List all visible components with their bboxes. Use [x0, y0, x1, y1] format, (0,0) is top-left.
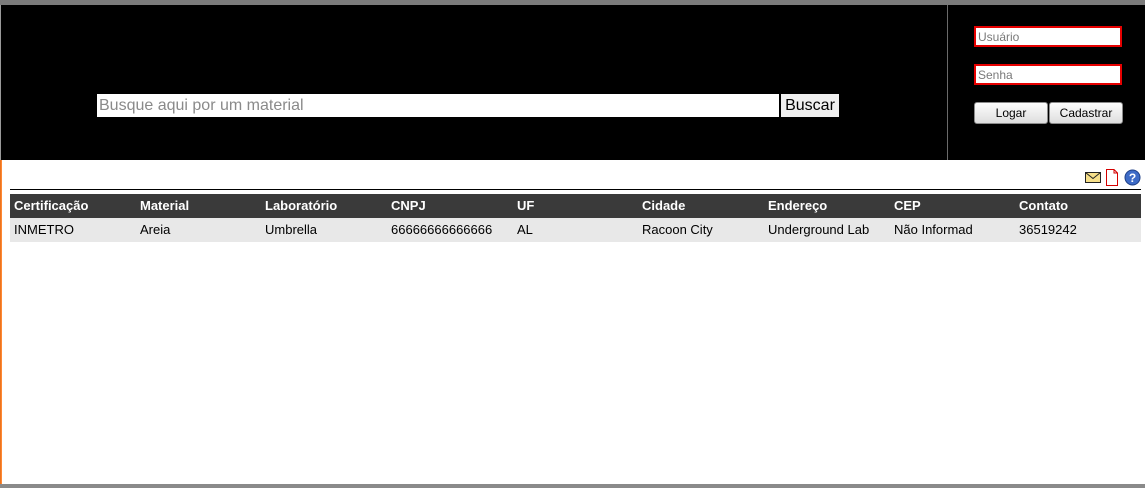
- left-edge-accent: [0, 160, 2, 484]
- svg-text:?: ?: [1129, 171, 1136, 185]
- login-panel: Logar Cadastrar: [948, 5, 1145, 160]
- column-header-endereco[interactable]: Endereço: [768, 194, 888, 218]
- cell-endereco: Underground Lab: [768, 222, 870, 237]
- export-toolbar: ?: [1085, 169, 1141, 186]
- column-header-laboratorio[interactable]: Laboratório: [265, 194, 385, 218]
- cell-contato: 36519242: [1019, 222, 1077, 237]
- search-input[interactable]: [97, 94, 779, 117]
- results-table: Certificação Material Laboratório CNPJ U…: [10, 194, 1141, 242]
- help-icon[interactable]: ?: [1124, 169, 1141, 186]
- column-header-contato[interactable]: Contato: [1019, 194, 1139, 218]
- cell-cnpj: 66666666666666: [391, 222, 493, 237]
- column-header-uf[interactable]: UF: [517, 194, 637, 218]
- search-header: Buscar: [1, 5, 947, 160]
- column-header-certificacao[interactable]: Certificação: [14, 194, 134, 218]
- cell-cep: Não Informado: [894, 222, 972, 237]
- cell-certificacao: INMETRO: [14, 222, 74, 237]
- register-button[interactable]: Cadastrar: [1049, 102, 1123, 124]
- cell-laboratorio: Umbrella: [265, 222, 318, 237]
- login-button[interactable]: Logar: [974, 102, 1048, 124]
- search-button[interactable]: Buscar: [781, 94, 839, 117]
- table-header-row: Certificação Material Laboratório CNPJ U…: [10, 194, 1141, 218]
- window-bottom-border: [0, 484, 1145, 488]
- mail-icon[interactable]: [1085, 169, 1101, 186]
- username-field[interactable]: [974, 26, 1122, 47]
- pdf-icon[interactable]: [1105, 169, 1119, 186]
- table-row[interactable]: INMETRO Areia Umbrella 66666666666666 AL…: [10, 218, 1141, 242]
- cell-cidade: Racoon City: [642, 222, 713, 237]
- column-header-cnpj[interactable]: CNPJ: [391, 194, 511, 218]
- toolbar-divider: [10, 189, 1141, 190]
- password-field[interactable]: [974, 64, 1122, 85]
- cell-material: Areia: [140, 222, 171, 237]
- column-header-material[interactable]: Material: [140, 194, 260, 218]
- column-header-cep[interactable]: CEP: [894, 194, 972, 218]
- column-header-cidade[interactable]: Cidade: [642, 194, 762, 218]
- cell-uf: AL: [517, 222, 533, 237]
